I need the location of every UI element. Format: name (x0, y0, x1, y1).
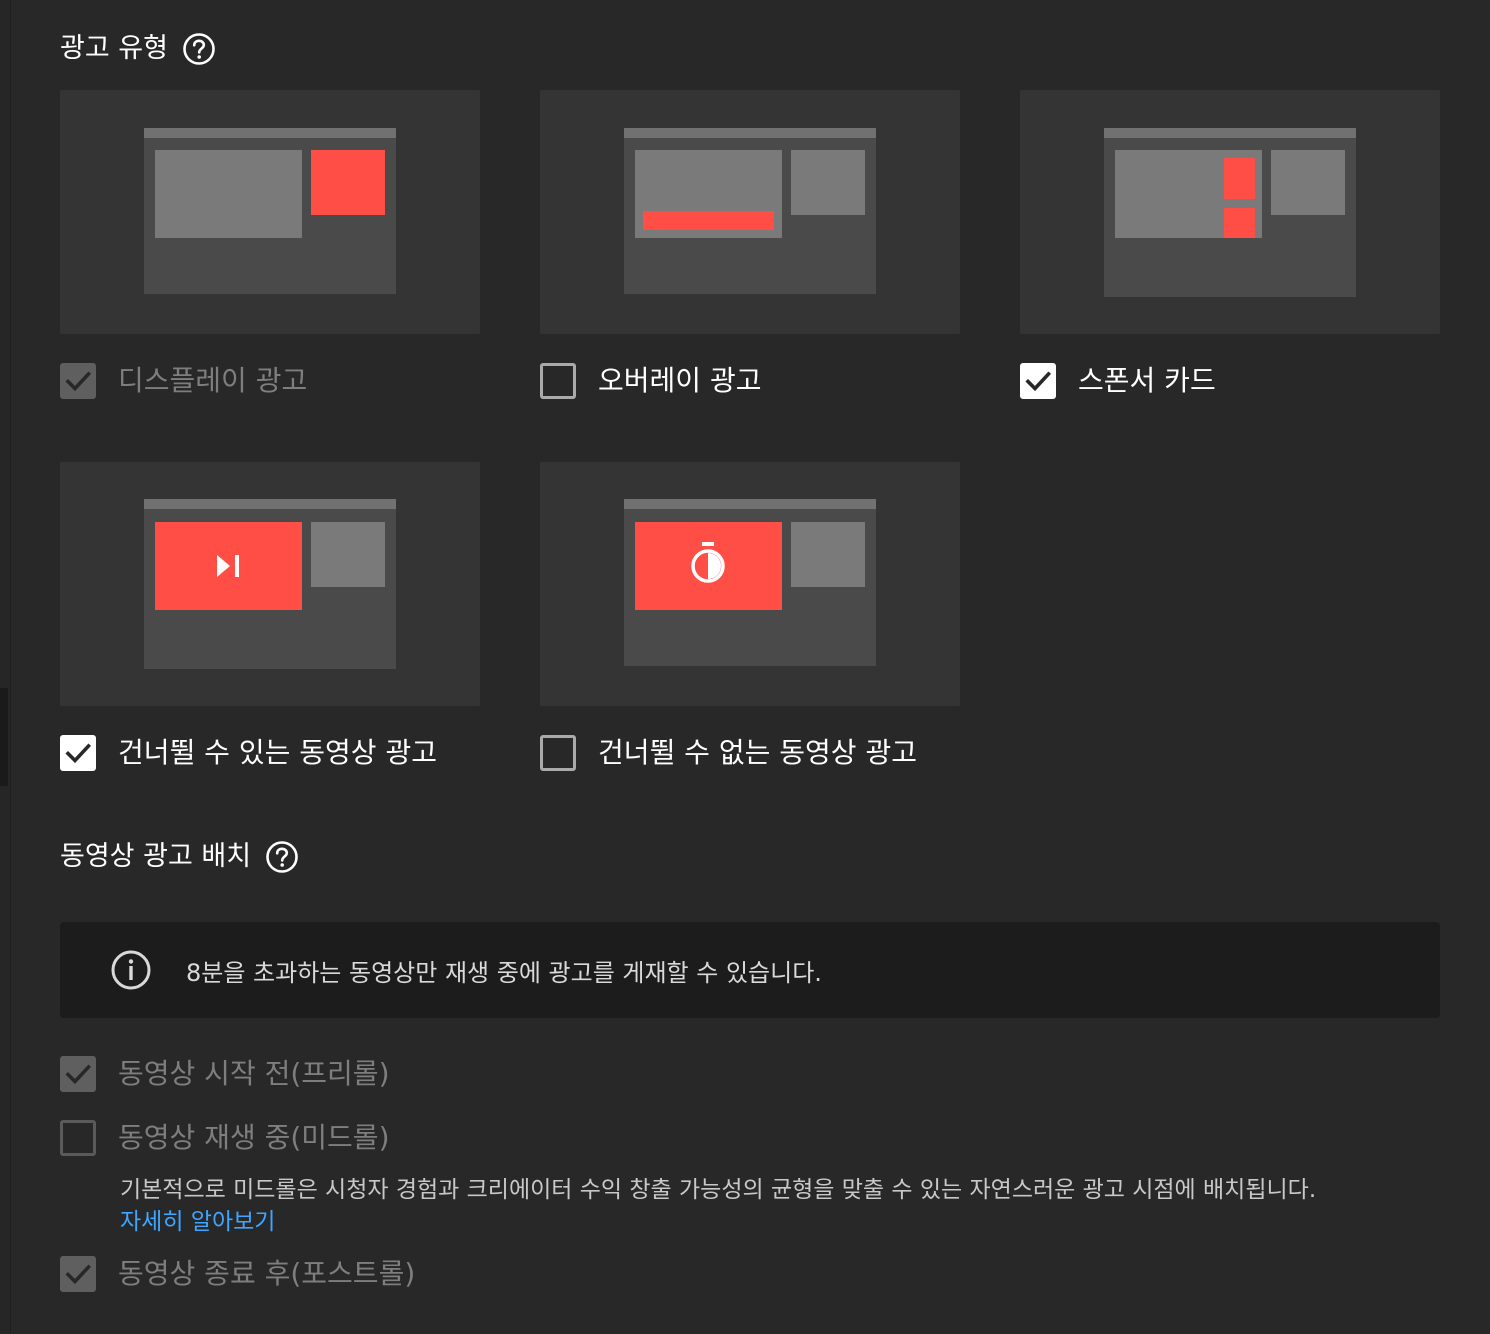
display-ad-label: 디스플레이 광고 (118, 364, 308, 397)
skippable-video-ad-label: 건너뛸 수 있는 동영상 광고 (118, 736, 437, 769)
midroll-label: 동영상 재생 중(미드롤) (118, 1121, 390, 1154)
postroll-option[interactable]: 동영상 종료 후(포스트롤) (60, 1256, 415, 1292)
non-skippable-video-ad-option[interactable]: 건너뛸 수 없는 동영상 광고 (540, 735, 917, 771)
overlay-ad-preview[interactable] (540, 90, 960, 334)
learn-more-link[interactable]: 자세히 알아보기 (120, 1202, 275, 1236)
video-placement-title: 동영상 광고 배치 (60, 841, 252, 872)
skippable-video-ad-option[interactable]: 건너뛸 수 있는 동영상 광고 (60, 735, 437, 771)
overlay-ad-illustration (624, 128, 876, 294)
check-icon (1025, 371, 1052, 392)
info-icon (111, 950, 151, 990)
sponsored-cards-label: 스폰서 카드 (1078, 364, 1216, 397)
display-ad-preview[interactable] (60, 90, 480, 334)
preroll-checkbox[interactable] (60, 1056, 96, 1092)
preroll-label: 동영상 시작 전(프리롤) (118, 1057, 390, 1090)
overlay-ad-label: 오버레이 광고 (598, 364, 762, 397)
display-ad-option[interactable]: 디스플레이 광고 (60, 363, 307, 399)
display-ad-illustration (144, 128, 396, 294)
help-circle-icon[interactable] (265, 840, 299, 874)
sponsored-cards-option[interactable]: 스폰서 카드 (1020, 363, 1216, 399)
postroll-label: 동영상 종료 후(포스트롤) (118, 1257, 416, 1290)
skippable-video-ad-preview[interactable] (60, 462, 480, 706)
preroll-option[interactable]: 동영상 시작 전(프리롤) (60, 1056, 390, 1092)
overlay-ad-checkbox[interactable] (540, 363, 576, 399)
ad-types-heading: 광고 유형 (60, 32, 216, 66)
check-icon (65, 743, 92, 764)
help-circle-icon[interactable] (182, 32, 216, 66)
midroll-checkbox[interactable] (60, 1120, 96, 1156)
midroll-option[interactable]: 동영상 재생 중(미드롤) (60, 1120, 390, 1156)
info-text: 8분을 초과하는 동영상만 재생 중에 광고를 게재할 수 있습니다. (186, 958, 822, 987)
overlay-ad-option[interactable]: 오버레이 광고 (540, 363, 761, 399)
display-ad-checkbox[interactable] (60, 363, 96, 399)
non-skippable-video-ad-checkbox[interactable] (540, 735, 576, 771)
left-edge-divider (0, 0, 11, 1334)
sponsored-cards-preview[interactable] (1020, 90, 1440, 334)
check-icon (65, 1264, 92, 1285)
ad-settings-page: 광고 유형 디스플레이 광고 오버레이 광고 스폰서 카드 건너뛸 수 있는 동… (0, 0, 1490, 1334)
check-icon (65, 1064, 92, 1085)
midroll-description: 기본적으로 미드롤은 시청자 경험과 크리에이터 수익 창출 가능성의 균형을 … (120, 1177, 1317, 1203)
video-placement-heading: 동영상 광고 배치 (60, 840, 299, 874)
non-skippable-video-ad-preview[interactable] (540, 462, 960, 706)
ad-types-title: 광고 유형 (60, 33, 168, 64)
midroll-info-banner: 8분을 초과하는 동영상만 재생 중에 광고를 게재할 수 있습니다. (60, 922, 1440, 1018)
non-skippable-video-ad-label: 건너뛸 수 없는 동영상 광고 (598, 736, 917, 769)
postroll-checkbox[interactable] (60, 1256, 96, 1292)
non-skippable-video-ad-illustration (624, 499, 876, 666)
sponsored-cards-checkbox[interactable] (1020, 363, 1056, 399)
left-edge-scroll-handle (0, 688, 8, 786)
check-icon (65, 371, 92, 392)
skippable-video-ad-checkbox[interactable] (60, 735, 96, 771)
sponsored-cards-illustration (1104, 128, 1356, 297)
skippable-video-ad-illustration (144, 499, 396, 669)
